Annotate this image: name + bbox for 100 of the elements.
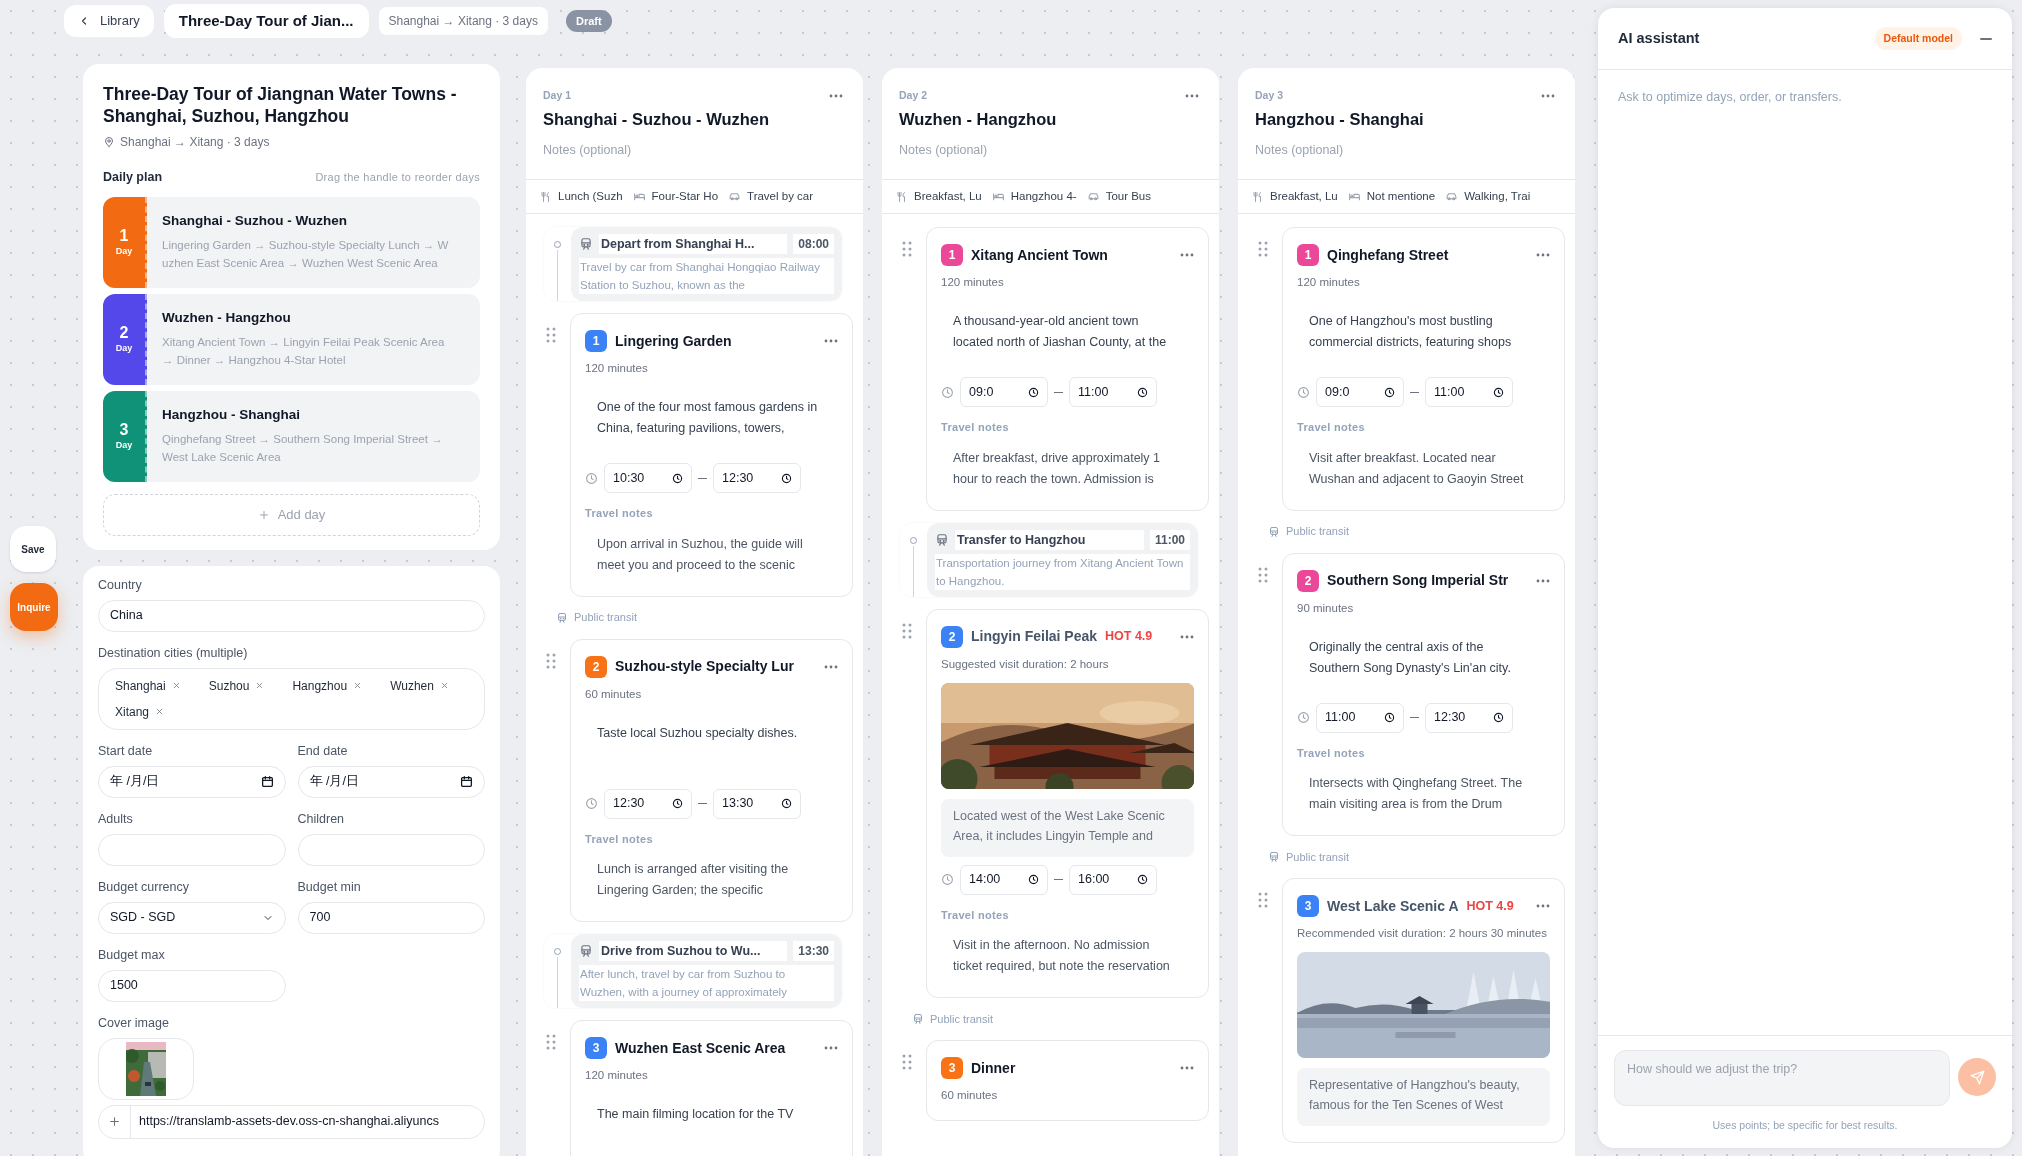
day-plan-card[interactable]: 1 Day Shanghai - Suzhou - Wuzhen Lingering Garden → Suzhou-style Specialty Lunch → Wuzhen East Scenic Area → Wuzhen West Scenic Area — [103, 196, 480, 288]
start-date-field[interactable]: 年 /月/日 — [98, 765, 286, 798]
notes-label: Travel notes — [941, 420, 1010, 435]
more-icon[interactable] — [1180, 634, 1194, 639]
drag-handle-icon[interactable] — [546, 652, 556, 669]
activity-description: Originally the central axis of the Southern Song Dynasty's Lin'an city. — [1308, 638, 1512, 677]
more-icon[interactable] — [824, 339, 838, 343]
city-tag[interactable]: Xitang — [111, 698, 169, 725]
day-unit: Day — [115, 438, 133, 452]
drag-handle-icon[interactable] — [902, 241, 912, 257]
activity-duration: 60 minutes — [585, 686, 643, 702]
currency-select[interactable]: SGD - SGD — [98, 901, 286, 934]
activity-description: One of the four most famous gardens in China, featuring pavilions, towers, — [596, 399, 819, 437]
time-field[interactable]: 12:30 — [604, 788, 692, 819]
time-field[interactable]: 13:30 — [713, 788, 801, 819]
save-button[interactable]: Save — [10, 526, 56, 572]
time-field[interactable]: 11:00 — [1069, 377, 1157, 407]
trip-title: Three-Day Tour of Jiangnan Water Towns - Shanghai, Suzhou, Hangzhou — [103, 83, 458, 127]
day-unit: Day — [115, 341, 133, 355]
more-icon[interactable] — [824, 1046, 838, 1050]
day-label: Day 2 — [899, 88, 928, 102]
field-label: Budget max — [98, 946, 166, 964]
transport-summary: Walking, Trai — [1464, 188, 1531, 204]
bus-icon — [579, 237, 593, 251]
cities-field[interactable]: Shanghai Suzhou Hangzhou Wuzhen Xitang — [98, 667, 485, 730]
more-icon[interactable] — [1185, 94, 1199, 98]
transit-mode: Public transit — [574, 610, 637, 626]
drag-handle-icon[interactable] — [546, 1034, 556, 1050]
time-field[interactable]: 16:00 — [1069, 864, 1157, 895]
more-icon[interactable] — [1536, 904, 1550, 908]
children-field[interactable] — [297, 833, 485, 866]
more-icon[interactable] — [1180, 1066, 1194, 1070]
bus-icon — [912, 1013, 924, 1025]
more-icon[interactable] — [1536, 253, 1550, 257]
activity-duration: 120 minutes — [1297, 275, 1361, 290]
more-icon[interactable] — [1536, 578, 1550, 583]
budget-max-field[interactable]: 1500 — [98, 969, 286, 1002]
clock-icon — [1493, 712, 1504, 723]
time-field[interactable]: 12:30 — [1425, 702, 1513, 733]
adults-field[interactable] — [98, 833, 286, 866]
field-label: End date — [297, 742, 349, 760]
clock-icon — [1137, 386, 1148, 398]
more-icon[interactable] — [1180, 253, 1194, 257]
time-field[interactable]: 11:00 — [1316, 702, 1404, 733]
drag-handle-icon[interactable] — [902, 622, 912, 639]
transport-summary: Travel by car — [747, 188, 814, 204]
time-field[interactable]: 09:0 — [1316, 377, 1404, 407]
meals-summary: Breakfast, Lu — [1270, 188, 1338, 204]
day-plan-card[interactable]: 3 Day Hangzhou - Shanghai Qinghefang Street → Southern Song Imperial Street → West Lake Scenic Area — [103, 390, 480, 482]
travel-notes: Upon arrival in Suzhou, the guide will meet you and proceed to the scenic — [596, 535, 804, 574]
budget-min-field[interactable]: 700 — [297, 901, 485, 934]
end-date-field[interactable]: 年 /月/日 — [297, 765, 485, 798]
time-field[interactable]: 11:00 — [1425, 377, 1513, 407]
field-label: Adults — [98, 810, 134, 828]
drag-handle-icon[interactable] — [546, 327, 556, 343]
drag-handle-icon[interactable] — [1258, 241, 1268, 257]
activity-description: Representative of Hangzhou's beauty, famous for the Ten Scenes of West — [1297, 1068, 1550, 1126]
hot-rating: HOT 4.9 — [1105, 628, 1153, 646]
city-tag[interactable]: Suzhou — [204, 672, 269, 699]
cover-image-slot[interactable] — [98, 1037, 194, 1100]
day-plan-card[interactable]: 2 Day Wuzhen - Hangzhou Xitang Ancient Town → Lingyin Feilai Peak Scenic Area → Dinner → Hangzhou 4-Star Hotel — [103, 293, 480, 385]
time-field[interactable]: 12:30 — [713, 463, 801, 493]
field-label: Cover image — [98, 1014, 170, 1032]
day-plan-route: Qinghefang Street → Southern Song Imperial Street → West Lake Scenic Area — [162, 431, 444, 465]
travel-notes: Visit after breakfast. Located near Wushan and adjacent to Gaoyin Street — [1308, 449, 1525, 488]
more-icon[interactable] — [1541, 94, 1555, 98]
drag-handle-icon[interactable] — [902, 1054, 912, 1070]
order-badge: 3 — [585, 1037, 607, 1059]
activity-description: Located west of the West Lake Scenic Area, it includes Lingyin Temple and — [941, 798, 1194, 857]
city-tag[interactable]: Shanghai — [111, 672, 185, 699]
time-field[interactable]: 09:0 — [960, 377, 1048, 407]
time-field[interactable]: 10:30 — [604, 463, 692, 493]
order-badge: 2 — [941, 625, 963, 648]
day-title: Wuzhen - Hangzhou — [899, 109, 1058, 130]
meals-summary: Lunch (Suzh — [558, 188, 623, 204]
day-plan-title: Shanghai - Suzhou - Wuzhen — [162, 211, 348, 230]
travel-notes: Visit in the afternoon. No admission ticket required, but note the reservation — [952, 937, 1171, 975]
bed-icon — [991, 190, 1005, 203]
notes-label: Travel notes — [1297, 420, 1366, 435]
trip-title-tab[interactable]: Three-Day Tour of Jian... — [163, 4, 369, 38]
time-field[interactable]: 14:00 — [960, 864, 1048, 895]
status-badge: Draft — [565, 10, 612, 32]
activity-title: Wuzhen East Scenic Area — [615, 1038, 786, 1058]
bus-icon — [1268, 851, 1280, 863]
day-title: Shanghai - Suzhou - Wuzhen — [543, 109, 771, 130]
minimize-icon[interactable] — [1980, 37, 1992, 40]
travel-notes: Lunch is arranged after visiting the Lingering Garden; the specific — [596, 861, 790, 899]
field-label: Destination cities (multiple) — [98, 644, 249, 662]
bus-icon — [1268, 525, 1280, 538]
activity-duration: 120 minutes — [585, 361, 649, 376]
day-number: 1 — [119, 226, 129, 245]
country-field[interactable]: China — [98, 599, 485, 632]
more-icon[interactable] — [829, 94, 843, 98]
city-tag[interactable]: Wuzhen — [386, 672, 453, 699]
more-icon[interactable] — [824, 664, 838, 669]
drag-handle-icon[interactable] — [1258, 566, 1268, 583]
city-tag[interactable]: Hangzhou — [288, 672, 367, 699]
clock-icon — [585, 797, 598, 810]
drag-handle-icon[interactable] — [1258, 892, 1268, 908]
back-button[interactable]: Library — [64, 5, 154, 37]
